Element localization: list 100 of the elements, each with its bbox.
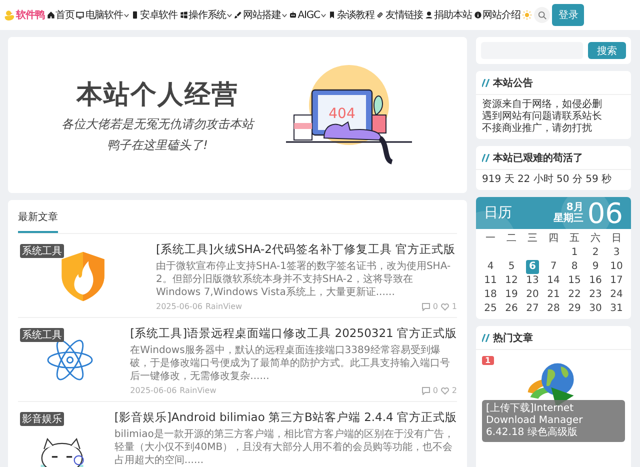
- article-excerpt: 在Windows服务器中，默认的远程桌面连接端口3389经常容易受到爆破，于是修改端口号便成为了最简单的防护方式。此工具支持输入端口号后一键修改，无需修改复杂......: [130, 344, 452, 383]
- weekday-label: 六: [590, 232, 602, 246]
- banner-text: 各位大佬若是无冤无仇请勿攻击本站: [62, 116, 254, 132]
- calendar-date[interactable]: 27: [523, 302, 542, 316]
- uptime-text: 919 天 22 小时 50 分 59 秒: [482, 174, 613, 186]
- article-date: 2025-06-06: [156, 302, 202, 311]
- article-title[interactable]: [系统工具]火绒SHA-2代码签名补丁修复工具 官方正式版: [156, 242, 457, 257]
- nav-item[interactable]: 网站搭建: [234, 8, 287, 22]
- calendar-date[interactable]: 5: [505, 260, 518, 274]
- duck-logo-icon: [4, 10, 15, 20]
- category-tag[interactable]: 系统工具: [20, 244, 64, 258]
- calendar-date[interactable]: 2: [589, 246, 602, 260]
- calendar-date[interactable]: 25: [481, 302, 500, 316]
- calendar-month: 8月: [566, 202, 584, 213]
- section-tab[interactable]: 最新文章: [18, 200, 58, 233]
- calendar-date[interactable]: 26: [502, 302, 521, 316]
- info-icon: [474, 11, 482, 19]
- calendar-date[interactable]: 14: [544, 274, 563, 288]
- bookmark-icon: [328, 11, 336, 19]
- calendar-date[interactable]: 19: [502, 288, 521, 302]
- weekday-label: 二: [506, 232, 518, 246]
- brush-icon: [234, 11, 242, 19]
- calendar-date[interactable]: 3: [610, 246, 623, 260]
- banner-title: 本站个人经营: [76, 78, 238, 112]
- calendar-date[interactable]: 17: [607, 274, 626, 288]
- calendar-date[interactable]: 21: [544, 288, 563, 302]
- calendar-date[interactable]: 4: [484, 260, 497, 274]
- banner-text: 鸭子在这里磕头了!: [107, 136, 208, 154]
- widget-title: 本站已艰难的苟活了: [493, 152, 583, 165]
- monitor-icon: [76, 11, 84, 19]
- calendar-date[interactable]: 10: [607, 260, 626, 274]
- weekday-label: 一: [484, 232, 496, 246]
- calendar-day: 06: [587, 197, 623, 229]
- slash-icon: [482, 334, 490, 342]
- notice-text: 不接商业推广，请勿打扰: [482, 123, 593, 135]
- calendar-date[interactable]: 30: [586, 302, 605, 316]
- article-caption[interactable]: [上传下载]Internet Download Manager 6.42.18 绿色高级版: [482, 400, 625, 442]
- screen-text: 404: [328, 106, 355, 122]
- comment-icon: [422, 302, 430, 310]
- site-logo[interactable]: 软件鸭: [16, 8, 44, 22]
- category-tag[interactable]: 系统工具: [20, 328, 64, 342]
- heart-icon: [440, 386, 449, 394]
- calendar-date[interactable]: 20: [523, 288, 542, 302]
- notice-text: 遇到网站有问题请联系站长: [482, 111, 603, 122]
- calendar-date[interactable]: 22: [565, 288, 584, 302]
- article-excerpt: bilimiao是一款开源的第三方客户端，相比官方客户端的区别在于没有广告，轻量（大小仅不到40MB），且没有大部分人用不着的会员购等功能，也不会占用超大的空间......: [114, 428, 455, 467]
- weekday-label: 三: [526, 232, 538, 246]
- article-title[interactable]: [影音娱乐]Android bilimiao 第三方B站客户端 2.4.4 官方正式版: [114, 410, 457, 425]
- rank-badge: 1: [482, 356, 494, 365]
- category-tag[interactable]: 影音娱乐: [20, 412, 64, 426]
- nav-item[interactable]: 网站介绍: [474, 8, 520, 22]
- calendar-date[interactable]: 28: [544, 302, 563, 316]
- comment-icon: [422, 386, 430, 394]
- calendar-date[interactable]: 23: [586, 288, 605, 302]
- calendar-title: 日历: [484, 204, 513, 222]
- robot-icon: [288, 11, 297, 19]
- nav-item[interactable]: 杂谈教程: [328, 8, 374, 22]
- windows-icon: [180, 11, 188, 19]
- calendar-date[interactable]: 15: [565, 274, 584, 288]
- calendar-date[interactable]: 31: [607, 302, 626, 316]
- like-count: 2: [452, 386, 457, 395]
- calendar-date[interactable]: 13: [523, 274, 542, 288]
- widget-title: 本站公告: [493, 76, 533, 90]
- calendar-date[interactable]: 12: [502, 274, 521, 288]
- calendar-date[interactable]: 1: [568, 246, 581, 260]
- home-icon: [46, 11, 54, 19]
- article-date: 2025-06-06: [130, 386, 177, 395]
- calendar-date[interactable]: 9: [589, 260, 602, 274]
- calendar-date[interactable]: 8: [568, 260, 581, 274]
- person-icon: [425, 11, 434, 19]
- heart-icon: [440, 302, 449, 310]
- search-icon: [538, 10, 547, 20]
- calendar-date[interactable]: 18: [481, 288, 500, 302]
- nav-item[interactable]: 电脑软件: [76, 8, 129, 22]
- nav-item[interactable]: 安卓软件: [130, 8, 178, 22]
- calendar-weekday: 星期三: [553, 213, 584, 224]
- weekday-label: 日: [610, 232, 622, 246]
- widget-title: 热门文章: [493, 331, 533, 345]
- calendar-date[interactable]: 16: [586, 274, 605, 288]
- nav-item[interactable]: AIGC: [288, 10, 326, 20]
- weekday-label: 四: [548, 232, 560, 246]
- slash-icon: [482, 154, 490, 162]
- weekday-label: 五: [568, 232, 580, 246]
- article-title[interactable]: [系统工具]语景远程桌面端口修改工具 20250321 官方正式版: [130, 326, 457, 341]
- calendar-date[interactable]: 11: [481, 274, 500, 288]
- calendar-date[interactable]: 29: [565, 302, 584, 316]
- notice-text: 资源来自于网络，如侵必删: [482, 99, 603, 110]
- article-excerpt: 由于微软宣布停止支持SHA-1签署的数字签名证书，改为使用SHA-2。但部分旧版微软系统本身并不支持SHA-2，这将导致在Windows 7,Windows Vista系统上，大量更新证......: [156, 260, 452, 299]
- nav-item[interactable]: 操作系统: [180, 8, 232, 22]
- calendar-date[interactable]: 24: [607, 288, 626, 302]
- search-button[interactable]: [534, 7, 550, 23]
- comment-count: 0: [432, 302, 438, 311]
- nav-item[interactable]: 首页: [46, 8, 74, 22]
- comment-count: 0: [432, 386, 438, 395]
- sun-icon[interactable]: [522, 10, 532, 20]
- nav-item[interactable]: 友情链接: [376, 8, 424, 22]
- calendar-date[interactable]: 7: [547, 260, 560, 274]
- like-count: 1: [452, 302, 457, 311]
- link-icon: [376, 11, 384, 19]
- nav-item[interactable]: 捐助本站: [425, 8, 472, 22]
